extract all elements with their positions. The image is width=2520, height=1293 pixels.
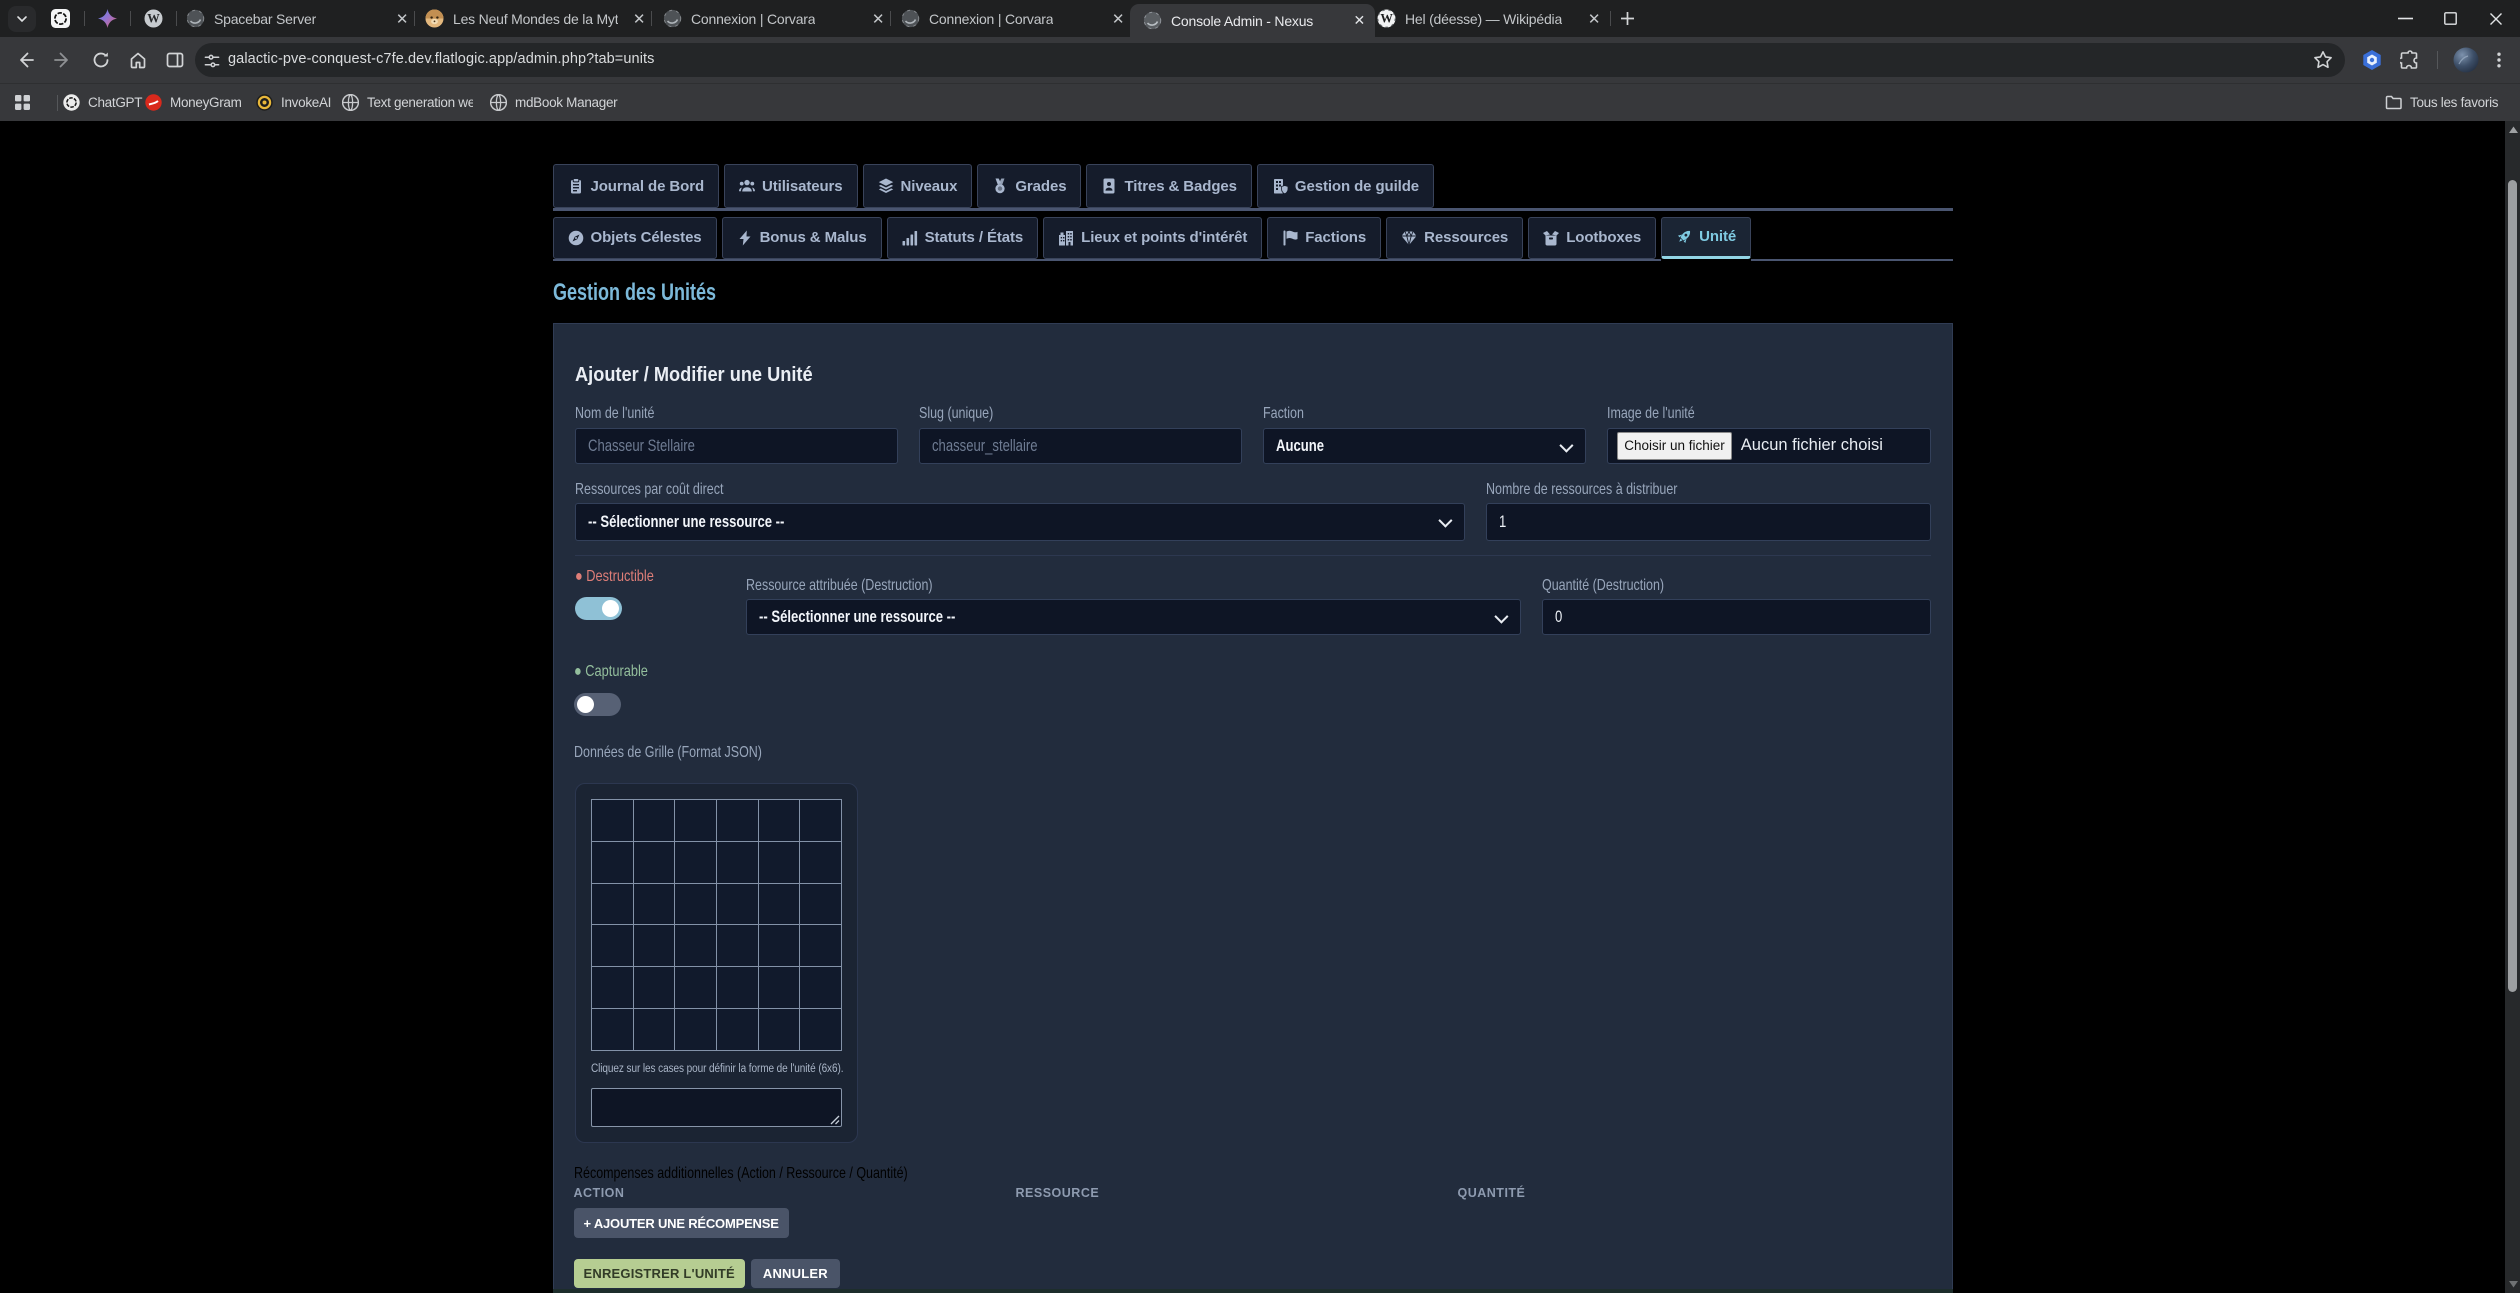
svg-text:W: W: [147, 12, 160, 26]
svg-text:W: W: [1380, 12, 1393, 26]
